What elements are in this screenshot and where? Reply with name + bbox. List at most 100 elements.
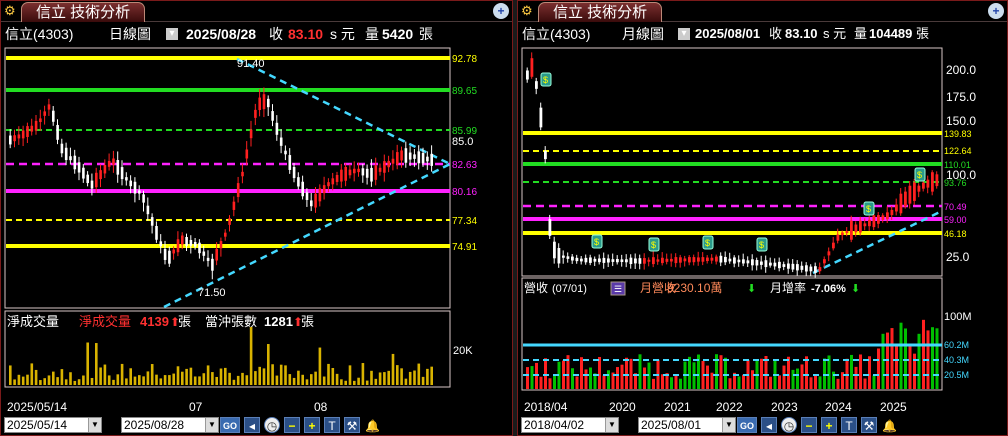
end-date-select[interactable]: 2025/08/28 ▼ — [121, 417, 219, 433]
bell-icon[interactable]: 🔔 — [364, 417, 380, 433]
close-label: 收 — [269, 26, 283, 42]
revenue-bar — [751, 370, 754, 389]
candle-body — [378, 167, 382, 172]
toolbar: 2025/05/14 ▼ 2025/08/28 ▼ GO ◂ ◷ − + T ⚒ 🔔 — [1, 414, 512, 435]
back-icon[interactable]: ◂ — [244, 417, 260, 433]
candle-body — [796, 264, 799, 271]
back-icon[interactable]: ◂ — [761, 417, 777, 433]
candle-body — [647, 259, 651, 262]
text-icon[interactable]: T — [324, 417, 340, 433]
volume-bar — [344, 380, 347, 385]
end-date-select[interactable]: 2025/08/01 ▼ — [638, 417, 736, 433]
monthly-chart-area[interactable]: $$ $ $ $$$ 200.0 175.0 150.0 100.0 25.0 139… — [518, 45, 1007, 416]
candle-body — [129, 180, 132, 187]
candle-body — [82, 167, 85, 179]
candle-body — [526, 70, 529, 80]
start-date-value: 2025/05/14 — [7, 418, 68, 432]
tab-technical-analysis[interactable]: 信立 技術分析 — [538, 2, 663, 22]
candle-body — [39, 118, 42, 123]
candle-body — [611, 259, 615, 262]
volume-bar — [365, 380, 369, 385]
candle-body — [21, 130, 25, 139]
x-label-jul: 07 — [189, 400, 203, 414]
revenue-bar — [881, 333, 885, 389]
start-date-select[interactable]: 2018/04/02 ▼ — [521, 417, 619, 433]
net-volume-label: 淨成交量 — [79, 314, 131, 329]
info-bar: 信立(4303) 日線圖 ▾ 2025/08/28 收 83.10 s 元 量 … — [1, 23, 512, 45]
volume-bar — [150, 364, 154, 385]
current-date: 2025/08/01 — [695, 26, 761, 41]
candle-body — [931, 172, 934, 192]
volume-bar — [241, 372, 244, 385]
clock-icon[interactable]: ◷ — [264, 417, 280, 433]
candle-body — [370, 167, 373, 182]
candle-body — [602, 257, 606, 263]
text-icon[interactable]: T — [841, 417, 857, 433]
clock-icon[interactable]: ◷ — [781, 417, 797, 433]
close-value: 83.10 — [288, 26, 324, 42]
volume-bar — [142, 376, 145, 385]
go-button[interactable]: GO — [220, 417, 240, 433]
volume-bar — [284, 365, 287, 385]
level-label-74-91: 74.91 — [452, 242, 477, 253]
plus-icon[interactable]: + — [821, 417, 837, 433]
axis-tick-150: 150.0 — [946, 114, 976, 128]
revenue-bar — [724, 357, 727, 389]
panel-tab-bar: ⚙ 信立 技術分析 + — [1, 1, 512, 22]
chart-kind-label: 月線圖 — [622, 26, 664, 42]
ruler-icon[interactable]: ⚒ — [344, 417, 360, 433]
level-label-59-00: 59.00 — [944, 215, 967, 225]
candle-body — [344, 166, 347, 181]
plus-icon[interactable]: + — [304, 417, 320, 433]
go-button[interactable]: GO — [737, 417, 757, 433]
chart-kind-dropdown[interactable]: ▾ — [166, 28, 178, 40]
candle-body — [77, 162, 81, 173]
revenue-bar — [809, 377, 813, 389]
volume-bar — [245, 375, 249, 385]
revenue-bar — [674, 375, 678, 389]
candle-body — [706, 257, 709, 262]
revenue-bar — [922, 319, 925, 389]
candle-body — [859, 220, 862, 233]
end-date-value: 2025/08/28 — [124, 418, 185, 432]
daily-chart-area[interactable]: 92.78 89.65 85.99 85.0 82.63 80.16 77.34… — [1, 45, 514, 416]
chart-kind-dropdown[interactable]: ▾ — [678, 28, 690, 40]
revenue-bar — [580, 357, 583, 389]
revenue-bar — [526, 367, 529, 389]
candle-body — [688, 257, 691, 263]
candle-body — [890, 209, 894, 216]
candle-body — [262, 94, 266, 110]
candle-body — [755, 260, 759, 266]
candle-body — [778, 261, 781, 269]
ruler-icon[interactable]: ⚒ — [861, 417, 877, 433]
gear-icon[interactable]: ⚙ — [521, 3, 536, 18]
start-date-select[interactable]: 2025/05/14 ▼ — [4, 417, 102, 433]
candle-body — [348, 169, 352, 176]
candle-body — [746, 260, 750, 264]
level-label-82-63: 82.63 — [452, 160, 477, 171]
candle-body — [616, 259, 619, 263]
bell-icon[interactable]: 🔔 — [881, 417, 897, 433]
candle-body — [670, 258, 673, 262]
revenue-bar — [904, 328, 907, 389]
candle-body — [267, 98, 270, 108]
candle-body — [47, 104, 51, 110]
candle-body — [138, 190, 141, 194]
tab-technical-analysis[interactable]: 信立 技術分析 — [21, 2, 146, 22]
candle-body — [421, 152, 425, 164]
gear-icon[interactable]: ⚙ — [4, 3, 19, 18]
candle-body — [30, 125, 34, 132]
minus-icon[interactable]: − — [284, 417, 300, 433]
minus-icon[interactable]: − — [801, 417, 817, 433]
zoom-icon[interactable]: + — [493, 3, 509, 19]
candle-body — [26, 126, 29, 137]
candle-body — [185, 237, 188, 246]
candle-body — [163, 249, 167, 260]
candle-body — [904, 191, 907, 207]
candle-body — [868, 219, 871, 227]
level-label-92-78: 92.78 — [452, 54, 477, 65]
candle-body — [357, 168, 360, 173]
candle-body — [125, 177, 128, 181]
zoom-icon[interactable]: + — [988, 3, 1004, 19]
candle-body — [327, 182, 330, 187]
